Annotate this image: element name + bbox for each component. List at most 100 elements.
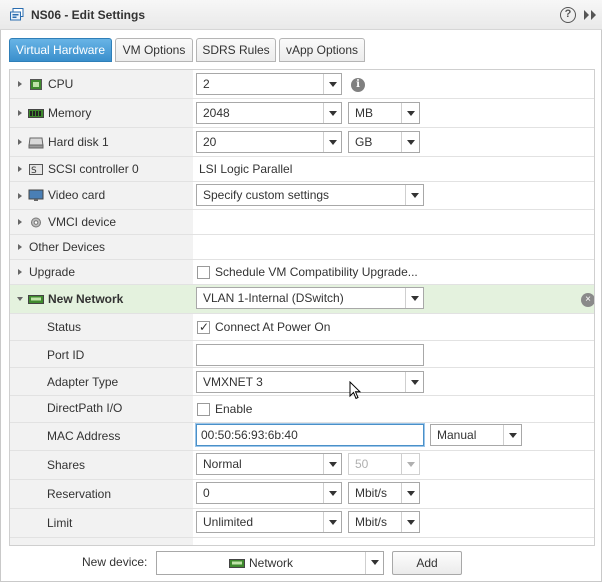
memory-icon [28, 109, 44, 118]
chevron-down-icon[interactable] [365, 552, 383, 574]
hardware-row-vmci: VMCI device [10, 210, 594, 235]
hard-disk-stepper[interactable]: 20 [196, 131, 342, 153]
memory-value: 2048 [203, 106, 230, 120]
cpu-value: 2 [203, 77, 210, 91]
upgrade-checkbox[interactable] [197, 266, 210, 279]
help-icon[interactable]: ? [560, 7, 576, 23]
limit-stepper[interactable]: Unlimited [196, 511, 342, 533]
hardware-row-new-network: New Network VLAN 1-Internal (DSwitch) × [10, 285, 594, 314]
chevron-down-icon[interactable] [503, 425, 521, 445]
hardware-row-scsi: S SCSI controller 0 LSI Logic Parallel [10, 157, 594, 182]
network-card-icon [28, 295, 44, 304]
port-id-input[interactable] [196, 344, 424, 366]
expand-icon[interactable] [583, 8, 597, 22]
chevron-down-icon[interactable] [401, 512, 419, 532]
chevron-down-icon[interactable] [323, 483, 341, 503]
network-row-limit: Limit Unlimited Mbit/s [10, 509, 594, 538]
upgrade-label: Upgrade [29, 265, 76, 279]
expand-arrow-icon[interactable] [18, 81, 22, 87]
chevron-down-icon[interactable] [323, 454, 341, 474]
adapter-type-label: Adapter Type [47, 375, 119, 389]
chevron-down-icon[interactable] [405, 288, 423, 308]
expand-arrow-icon[interactable] [18, 110, 22, 116]
memory-unit-value: MB [355, 106, 373, 120]
new-device-value: Network [249, 556, 294, 570]
memory-stepper[interactable]: 2048 [196, 102, 342, 124]
chevron-down-icon[interactable] [401, 103, 419, 123]
video-card-label: Video card [48, 188, 106, 202]
shares-value: Normal [203, 457, 242, 471]
reservation-unit-select[interactable]: Mbit/s [348, 482, 420, 504]
expand-arrow-icon[interactable] [18, 139, 22, 145]
tab-virtual-hardware[interactable]: Virtual Hardware [9, 38, 112, 62]
mac-mode-select[interactable]: Manual [430, 424, 522, 446]
other-devices-label: Other Devices [29, 240, 106, 254]
adapter-type-value: VMXNET 3 [203, 375, 263, 389]
memory-unit-select[interactable]: MB [348, 102, 420, 124]
svg-text:S: S [31, 166, 37, 176]
hardware-row-video-card: Video card Specify custom settings [10, 182, 594, 210]
directpath-enable-checkbox[interactable] [197, 403, 210, 416]
hard-disk-unit-select[interactable]: GB [348, 131, 420, 153]
chevron-down-icon[interactable] [323, 512, 341, 532]
port-id-label: Port ID [47, 348, 85, 362]
vmci-label: VMCI device [48, 215, 117, 229]
shares-select[interactable]: Normal [196, 453, 342, 475]
tab-vm-options[interactable]: VM Options [115, 38, 193, 62]
chevron-down-icon[interactable] [401, 132, 419, 152]
hard-disk-unit-value: GB [355, 135, 373, 149]
info-icon[interactable]: i [351, 78, 365, 92]
mouse-cursor-icon [349, 381, 361, 400]
shares-amount-value: 50 [355, 457, 369, 471]
collapse-arrow-icon[interactable] [17, 297, 23, 301]
scsi-controller-icon: S [29, 164, 43, 176]
title-bar: NS06 - Edit Settings ? [0, 0, 602, 30]
chevron-down-icon[interactable] [405, 372, 423, 392]
limit-value: Unlimited [203, 515, 254, 529]
expand-arrow-icon[interactable] [18, 193, 22, 199]
tab-sdrs-rules[interactable]: SDRS Rules [196, 38, 276, 62]
add-button[interactable]: Add [392, 551, 462, 575]
network-row-port-id: Port ID [10, 341, 594, 368]
chevron-down-icon[interactable] [323, 74, 341, 94]
reservation-stepper[interactable]: 0 [196, 482, 342, 504]
video-card-select[interactable]: Specify custom settings [196, 184, 424, 206]
connect-at-power-on-checkbox[interactable] [197, 320, 210, 334]
tab-vapp-options[interactable]: vApp Options [279, 38, 365, 62]
adapter-type-select[interactable]: VMXNET 3 [196, 371, 424, 393]
hard-disk-label: Hard disk 1 [48, 135, 109, 149]
network-row-reservation: Reservation 0 Mbit/s [10, 480, 594, 509]
hardware-grid: CPU 2 i Memory 2048 MB Hard disk 1 20 GB… [9, 69, 595, 546]
reservation-unit-value: Mbit/s [355, 486, 388, 500]
hard-disk-icon [28, 137, 44, 149]
mac-address-input[interactable]: 00:50:56:93:6b:40 [196, 424, 424, 446]
network-row-adapter-type: Adapter Type VMXNET 3 [10, 368, 594, 396]
new-network-label: New Network [48, 292, 124, 306]
expand-arrow-icon[interactable] [18, 219, 22, 225]
expand-arrow-icon[interactable] [18, 166, 22, 172]
hardware-row-memory: Memory 2048 MB [10, 99, 594, 128]
cpu-icon [30, 79, 42, 90]
reservation-value: 0 [203, 486, 210, 500]
mac-address-value: 00:50:56:93:6b:40 [201, 428, 298, 442]
mac-address-label: MAC Address [47, 429, 121, 443]
limit-unit-select[interactable]: Mbit/s [348, 511, 420, 533]
limit-label: Limit [47, 516, 73, 530]
chevron-down-icon[interactable] [323, 103, 341, 123]
remove-icon[interactable]: × [581, 293, 594, 307]
chevron-down-icon[interactable] [405, 185, 423, 205]
directpath-label: DirectPath I/O [47, 401, 123, 415]
chevron-down-icon[interactable] [401, 483, 419, 503]
expand-arrow-icon[interactable] [18, 244, 22, 250]
chevron-down-icon[interactable] [323, 132, 341, 152]
vm-icon [10, 8, 24, 21]
new-device-label: New device: [82, 555, 148, 569]
new-device-select[interactable]: Network [156, 551, 384, 575]
cpu-select[interactable]: 2 [196, 73, 342, 95]
expand-arrow-icon[interactable] [18, 269, 22, 275]
network-select[interactable]: VLAN 1-Internal (DSwitch) [196, 287, 424, 309]
window-title: NS06 - Edit Settings [31, 8, 146, 22]
shares-amount-select: 50 [348, 453, 420, 475]
hardware-row-cpu: CPU 2 i [10, 70, 594, 99]
scsi-label: SCSI controller 0 [48, 162, 139, 176]
